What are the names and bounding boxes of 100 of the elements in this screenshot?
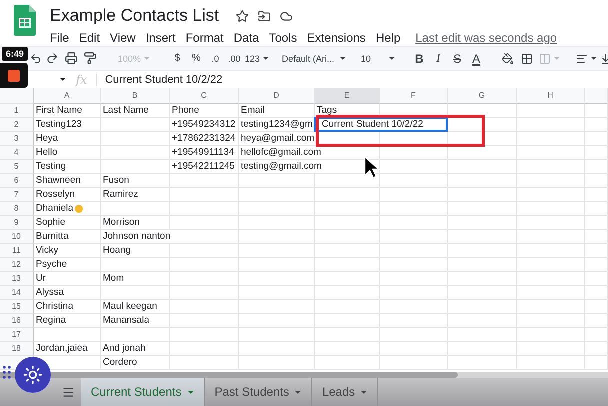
row-header[interactable]: 7 [0, 188, 34, 202]
sheet-tab[interactable]: Leads [312, 378, 378, 406]
sheet-tab[interactable]: Current Students [81, 378, 205, 406]
font-dropdown[interactable]: Default (Ari... [282, 48, 346, 68]
table-cell [315, 328, 380, 342]
last-edit-link[interactable]: Last edit was seconds ago [416, 31, 558, 45]
table-cell: Heya [34, 132, 101, 146]
table-cell: Ramirez [101, 188, 170, 202]
menu-item[interactable]: Format [186, 31, 224, 45]
table-cell [101, 132, 170, 146]
table-cell: Hello [34, 146, 101, 160]
table-cell [517, 104, 585, 118]
currency-button[interactable]: $ [168, 48, 187, 68]
redo-icon [46, 52, 59, 65]
column-header[interactable]: F [380, 88, 448, 104]
table-cell [585, 286, 608, 300]
row-header[interactable]: 9 [0, 216, 34, 230]
italic-button[interactable]: I [429, 48, 448, 68]
column-header[interactable]: A [34, 88, 101, 104]
row-header[interactable]: 3 [0, 132, 34, 146]
table-cell [585, 118, 608, 132]
cloud-icon[interactable] [280, 10, 294, 22]
row-header[interactable]: 11 [0, 244, 34, 258]
column-header[interactable]: C [170, 88, 239, 104]
table-cell [585, 174, 608, 188]
table-cell: Shawneen [34, 174, 101, 188]
table-cell [448, 356, 517, 370]
menu-item[interactable]: Extensions [307, 31, 366, 45]
table-cell [170, 258, 239, 272]
document-title[interactable]: Example Contacts List [50, 6, 220, 26]
row-header[interactable]: 12 [0, 258, 34, 272]
row-header[interactable]: 5 [0, 160, 34, 174]
table-cell: Dhaniela [34, 202, 101, 216]
row-header[interactable]: 4 [0, 146, 34, 160]
decrease-decimals-button[interactable]: .0 [206, 48, 225, 68]
table-cell [380, 314, 448, 328]
column-header[interactable]: E [315, 88, 380, 104]
increase-decimals-button[interactable]: .00 [225, 48, 244, 68]
formula-value[interactable]: Current Student 10/2/22 [96, 74, 223, 86]
text-color-button[interactable]: A [467, 48, 486, 68]
row-header[interactable]: 16 [0, 314, 34, 328]
scrollbar-thumb[interactable] [0, 372, 458, 378]
table-cell: First Name [34, 104, 101, 118]
percent-button[interactable]: % [187, 48, 206, 68]
columns-icon [538, 52, 550, 64]
table-cell [34, 328, 101, 342]
table-cell [101, 202, 170, 216]
stop-recording-button[interactable] [0, 63, 28, 88]
menu-item[interactable]: Edit [79, 31, 100, 45]
table-cell [448, 230, 517, 244]
table-cell [101, 286, 170, 300]
table-cell: +19549234312 [170, 118, 239, 132]
move-folder-icon[interactable] [258, 10, 272, 22]
menu-item[interactable]: View [110, 31, 136, 45]
table-cell: Rosselyn [34, 188, 101, 202]
menu-item[interactable]: Insert [146, 31, 176, 45]
column-header[interactable]: G [448, 88, 517, 104]
table-cell [170, 216, 239, 230]
row-header[interactable]: 1 [0, 104, 34, 118]
column-header[interactable]: B [101, 88, 170, 104]
more-formats-dropdown[interactable]: 123 [244, 48, 270, 68]
table-cell [448, 342, 517, 356]
table-cell [585, 132, 608, 146]
row-header[interactable]: 17 [0, 328, 34, 342]
font-size-dropdown[interactable]: 10 [358, 48, 398, 68]
row-header[interactable]: 13 [0, 272, 34, 286]
dots-icon[interactable] [3, 366, 11, 379]
star-icon[interactable] [236, 10, 250, 22]
row-header[interactable]: 2 [0, 118, 34, 132]
table-cell [315, 244, 380, 258]
row-header[interactable]: 15 [0, 300, 34, 314]
table-cell: +19549911134 [170, 146, 239, 160]
column-header[interactable]: H [517, 88, 585, 104]
table-cell: Phone [170, 104, 239, 118]
menu-item[interactable]: Help [376, 31, 401, 45]
cell-editor-field[interactable]: Current Student 10/2/22 [314, 117, 448, 132]
bold-button[interactable]: B [410, 48, 429, 68]
table-cell: +17862231324 [170, 132, 239, 146]
caret-icon [389, 57, 395, 60]
row-header[interactable]: 18 [0, 342, 34, 356]
sheets-logo-icon[interactable] [14, 5, 36, 36]
row-header[interactable]: 6 [0, 174, 34, 188]
table-cell: Vicky [34, 244, 101, 258]
row-header[interactable]: 8 [0, 202, 34, 216]
strikethrough-button[interactable]: S [448, 48, 467, 68]
sheet-tab[interactable]: Past Students [204, 378, 312, 406]
undo-icon [30, 52, 42, 64]
table-cell [101, 160, 170, 174]
menu-item[interactable]: Data [234, 31, 260, 45]
table-cell [170, 188, 239, 202]
table-cell [380, 286, 448, 300]
menu-item[interactable]: Tools [269, 31, 298, 45]
row-header[interactable]: 14 [0, 286, 34, 300]
table-cell: Email [239, 104, 315, 118]
menu-item[interactable]: File [50, 31, 70, 45]
table-cell [101, 118, 170, 132]
column-header[interactable]: D [239, 88, 315, 104]
row-header[interactable]: 10 [0, 230, 34, 244]
table-cell [517, 230, 585, 244]
table-cell [585, 230, 608, 244]
